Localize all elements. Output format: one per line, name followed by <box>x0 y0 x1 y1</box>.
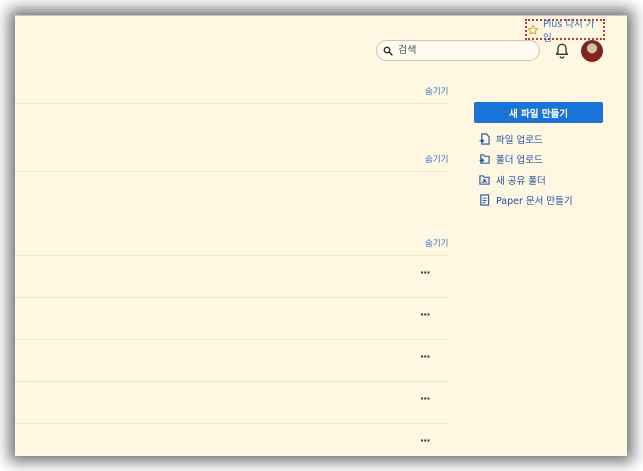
file-upload-icon <box>479 133 490 145</box>
star-icon <box>527 24 539 35</box>
row-divider <box>15 423 448 424</box>
row-divider <box>15 381 448 382</box>
paper-doc-icon <box>480 194 490 206</box>
section-divider <box>15 171 448 172</box>
row-divider <box>15 339 448 340</box>
section-hide-link[interactable]: 숨기기 <box>425 153 448 165</box>
upload-file-label: 파일 업로드 <box>496 135 543 146</box>
row-more-button[interactable]: ··· <box>420 350 431 363</box>
section-divider <box>15 103 448 104</box>
row-more-button[interactable]: ··· <box>420 392 431 405</box>
search-input[interactable] <box>398 45 528 56</box>
section-hide-link[interactable]: 숨기기 <box>425 85 448 97</box>
folder-upload-icon <box>479 154 490 164</box>
upload-folder-label: 폴더 업로드 <box>496 155 543 166</box>
create-paper-doc-action[interactable]: Paper 문서 만들기 <box>479 193 573 207</box>
plus-rejoin-link[interactable]: Plus 다시 가입 <box>525 19 605 44</box>
new-shared-folder-action[interactable]: 새 공유 폴더 <box>479 173 546 187</box>
upload-file-action[interactable]: 파일 업로드 <box>479 132 543 146</box>
top-divider <box>15 15 627 16</box>
notification-bell-icon[interactable] <box>554 42 570 60</box>
create-paper-doc-label: Paper 문서 만들기 <box>496 196 573 207</box>
user-avatar[interactable] <box>581 40 603 62</box>
search-icon <box>383 46 393 56</box>
upload-folder-action[interactable]: 폴더 업로드 <box>479 152 543 166</box>
section-hide-link[interactable]: 숨기기 <box>425 237 448 249</box>
row-more-button[interactable]: ··· <box>420 266 431 279</box>
section-divider <box>15 255 448 256</box>
row-more-button[interactable]: ··· <box>420 308 431 321</box>
search-box[interactable] <box>376 40 540 61</box>
new-file-button[interactable]: 새 파일 만들기 <box>474 102 603 123</box>
new-shared-folder-label: 새 공유 폴더 <box>496 176 546 187</box>
row-more-button[interactable]: ··· <box>420 434 431 447</box>
row-divider <box>15 297 448 298</box>
shared-folder-icon <box>479 175 490 185</box>
app-window: Plus 다시 가입 숨기기 숨기기 숨기기 ··· ··· ··· ··· ·… <box>15 15 627 456</box>
